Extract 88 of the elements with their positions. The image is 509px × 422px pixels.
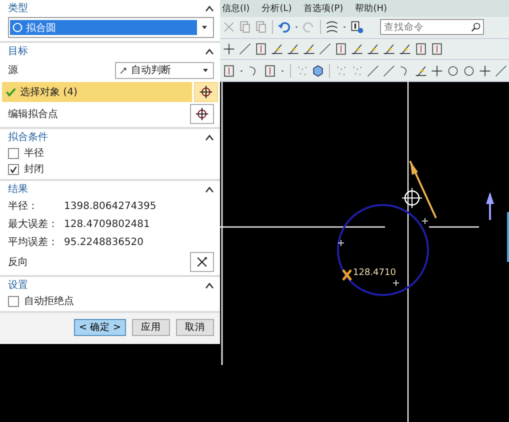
- angle-icon[interactable]: [398, 42, 412, 56]
- dialog-button[interactable]: 应用: [132, 319, 170, 336]
- checkbox[interactable]: [8, 164, 19, 174]
- plus-icon[interactable]: [222, 42, 236, 56]
- undo-icon[interactable]: [277, 20, 291, 34]
- dialog-button[interactable]: 取消: [176, 319, 214, 336]
- select-object-row[interactable]: 选择对象 (4): [2, 82, 192, 102]
- frame-icon[interactable]: [254, 42, 268, 56]
- dropdown-value: 拟合圆: [26, 22, 56, 34]
- axis-arrow: [486, 192, 494, 220]
- crosshair-line: [429, 226, 479, 228]
- reverse-label: 反向: [8, 256, 28, 269]
- menu-item[interactable]: 首选项(P): [304, 2, 344, 15]
- checkbox[interactable]: [8, 148, 19, 158]
- angle-icon[interactable]: [286, 42, 300, 56]
- menu-item[interactable]: 分析(L): [262, 2, 292, 15]
- section-title: 设置: [8, 278, 28, 292]
- section-title: 拟合条件: [8, 130, 48, 144]
- plus-marker-icon: [392, 279, 400, 286]
- line-icon[interactable]: [238, 42, 252, 56]
- result-value: 1398.8064274395: [64, 200, 156, 212]
- angle-icon[interactable]: [382, 42, 396, 56]
- result-value: 95.2248836520: [64, 236, 144, 248]
- section-title: 结果: [8, 182, 28, 196]
- plus-marker-icon: [422, 217, 428, 224]
- menu-item[interactable]: 信息(I): [222, 2, 250, 15]
- edge-marker: [507, 212, 509, 262]
- checkbox[interactable]: [8, 296, 19, 306]
- collapse-icon[interactable]: [205, 134, 214, 140]
- angle-icon[interactable]: [350, 42, 364, 56]
- dropdown-caret-icon: [202, 68, 209, 72]
- dimension-label: 128.4710: [353, 268, 396, 278]
- source-dropdown[interactable]: 自动判断: [115, 62, 214, 78]
- cube-icon[interactable]: [311, 64, 325, 78]
- frame-icon[interactable]: [414, 42, 428, 56]
- circle-icon[interactable]: [446, 64, 460, 78]
- line-icon[interactable]: [318, 42, 332, 56]
- crosshair-icon: [195, 107, 209, 121]
- checkbox-label: 自动拒绝点: [24, 294, 74, 308]
- plus-icon[interactable]: [430, 64, 444, 78]
- point-marker-icon: [342, 268, 352, 282]
- angle-icon[interactable]: [414, 64, 428, 78]
- cross-arrows-icon: [195, 255, 209, 269]
- source-label: 源: [8, 64, 18, 77]
- curve-icon[interactable]: [325, 20, 339, 34]
- circle-icon[interactable]: [462, 64, 476, 78]
- collapse-icon[interactable]: [205, 4, 214, 12]
- collapse-icon[interactable]: [205, 282, 214, 288]
- angle-icon[interactable]: [270, 42, 284, 56]
- collapse-icon[interactable]: [205, 186, 214, 192]
- line-icon[interactable]: [382, 64, 396, 78]
- angle-icon[interactable]: [366, 42, 380, 56]
- checkbox-label: 半径: [24, 146, 44, 160]
- frame-icon[interactable]: [222, 64, 236, 78]
- line-icon[interactable]: [366, 64, 380, 78]
- result-label: 平均误差：: [8, 236, 59, 249]
- section-title: 类型: [8, 2, 28, 15]
- menu-item[interactable]: 帮助(H): [355, 2, 387, 15]
- frame-icon[interactable]: [263, 64, 277, 78]
- crosshair-button[interactable]: [194, 82, 218, 102]
- dropdown-caret-icon: [201, 25, 208, 30]
- result-label: 半径：: [8, 200, 39, 213]
- plus-marker-icon: [338, 239, 344, 246]
- checkbox-label: 封闭: [24, 162, 44, 176]
- collapse-icon[interactable]: [205, 48, 214, 54]
- dialog-button[interactable]: < 确定 >: [74, 319, 126, 336]
- search-field[interactable]: 查找命令: [380, 19, 484, 36]
- direction-arrow: [409, 160, 437, 218]
- result-label: 最大误差：: [8, 218, 59, 231]
- crosshair-icon: [199, 85, 213, 99]
- select-object-label: 选择对象 (4): [20, 86, 78, 99]
- search-icon: [471, 22, 481, 32]
- edit-points-label: 编辑拟合点: [8, 108, 58, 121]
- circle-icon: [12, 22, 23, 33]
- frame-icon[interactable]: [334, 42, 348, 56]
- line-icon[interactable]: [494, 64, 508, 78]
- check-icon: [6, 87, 16, 97]
- angle-icon[interactable]: [302, 42, 316, 56]
- section-title: 目标: [8, 44, 28, 58]
- reverse-button[interactable]: [190, 252, 214, 272]
- info-icon[interactable]: [350, 20, 364, 34]
- type-dropdown[interactable]: 拟合圆: [8, 17, 214, 38]
- plus-icon[interactable]: [478, 64, 492, 78]
- target-cursor-icon: [402, 187, 422, 208]
- result-value: 128.4709802481: [64, 218, 150, 230]
- crosshair-button[interactable]: [190, 104, 214, 124]
- arrow-icon: [119, 66, 128, 74]
- frame-icon[interactable]: [430, 42, 444, 56]
